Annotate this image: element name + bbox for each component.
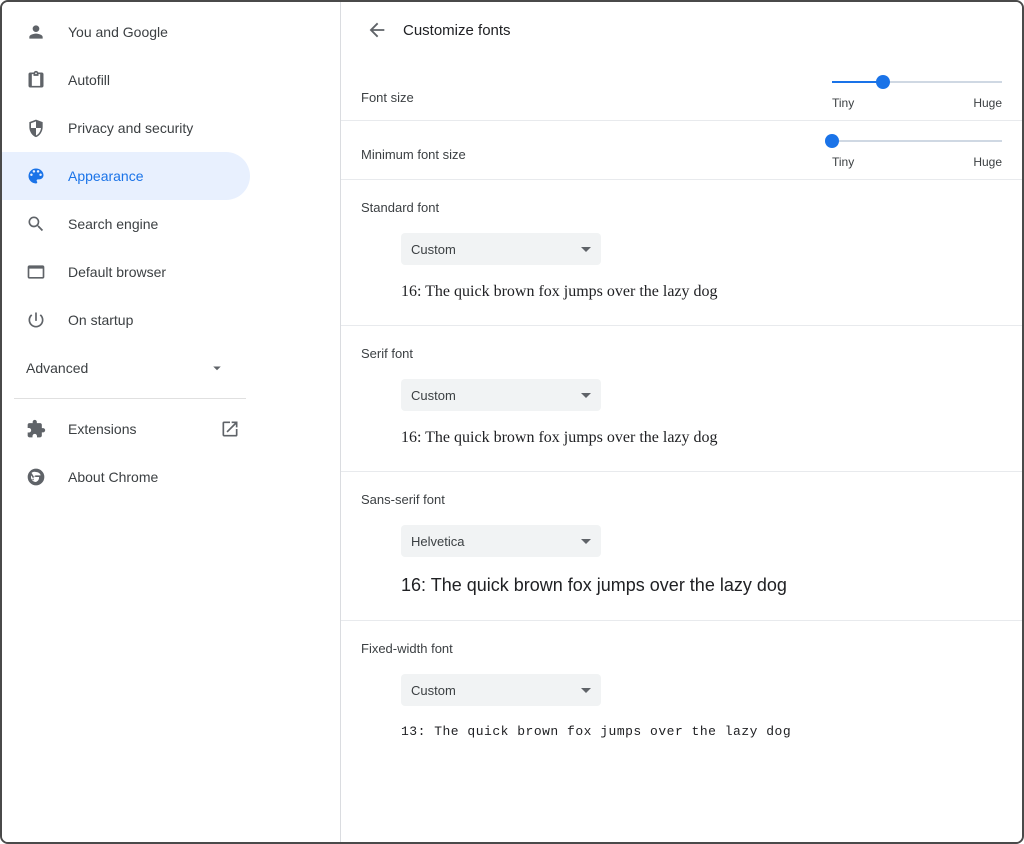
standard-font-dropdown[interactable]: Custom xyxy=(401,233,601,265)
sidebar-item-label: Autofill xyxy=(68,72,110,88)
main-content: Customize fonts Font size Tiny Huge xyxy=(341,2,1022,842)
dropdown-value: Helvetica xyxy=(411,534,464,549)
sidebar-item-extensions[interactable]: Extensions xyxy=(2,405,340,453)
slider-min-label: Tiny xyxy=(832,96,854,110)
fixed-width-font-label: Fixed-width font xyxy=(361,641,1002,656)
chevron-down-icon xyxy=(581,247,591,252)
sidebar-item-label: Appearance xyxy=(68,168,144,184)
chevron-down-icon xyxy=(208,359,226,377)
standard-font-label: Standard font xyxy=(361,200,1002,215)
sidebar-item-label: Search engine xyxy=(68,216,158,232)
clipboard-icon xyxy=(26,70,46,90)
standard-font-section: Standard font Custom 16: The quick brown… xyxy=(341,180,1022,326)
sidebar-item-search-engine[interactable]: Search engine xyxy=(2,200,340,248)
sidebar-item-autofill[interactable]: Autofill xyxy=(2,56,340,104)
min-font-size-label: Minimum font size xyxy=(361,121,466,162)
slider-thumb[interactable] xyxy=(825,134,839,148)
arrow-back-icon xyxy=(366,19,388,41)
chevron-down-icon xyxy=(581,688,591,693)
font-size-slider[interactable] xyxy=(832,72,1002,92)
sidebar-item-label: About Chrome xyxy=(68,469,158,485)
fixed-width-font-section: Fixed-width font Custom 13: The quick br… xyxy=(341,621,1022,763)
font-size-row: Font size Tiny Huge xyxy=(341,58,1022,121)
sidebar-item-default-browser[interactable]: Default browser xyxy=(2,248,340,296)
sidebar-item-you-and-google[interactable]: You and Google xyxy=(2,8,340,56)
sidebar-item-about-chrome[interactable]: About Chrome xyxy=(2,453,340,501)
browser-icon xyxy=(26,262,46,282)
sans-serif-font-dropdown[interactable]: Helvetica xyxy=(401,525,601,557)
dropdown-value: Custom xyxy=(411,388,456,403)
extension-icon xyxy=(26,419,46,439)
slider-max-label: Huge xyxy=(973,155,1002,169)
palette-icon xyxy=(26,166,46,186)
power-icon xyxy=(26,310,46,330)
settings-window: You and Google Autofill Privacy and secu… xyxy=(0,0,1024,844)
slider-max-label: Huge xyxy=(973,96,1002,110)
page-header: Customize fonts xyxy=(341,2,1022,58)
slider-min-label: Tiny xyxy=(832,155,854,169)
font-size-label: Font size xyxy=(361,58,414,105)
chrome-icon xyxy=(26,467,46,487)
sidebar-advanced-toggle[interactable]: Advanced xyxy=(2,344,250,392)
dropdown-value: Custom xyxy=(411,683,456,698)
sidebar-item-label: You and Google xyxy=(68,24,168,40)
page-title: Customize fonts xyxy=(403,22,511,39)
sidebar-item-appearance[interactable]: Appearance xyxy=(2,152,250,200)
sidebar-item-label: Extensions xyxy=(68,421,136,437)
fixed-width-font-dropdown[interactable]: Custom xyxy=(401,674,601,706)
chevron-down-icon xyxy=(581,393,591,398)
chevron-down-icon xyxy=(581,539,591,544)
sans-serif-font-label: Sans-serif font xyxy=(361,492,1002,507)
sans-serif-font-section: Sans-serif font Helvetica 16: The quick … xyxy=(341,472,1022,621)
search-icon xyxy=(26,214,46,234)
sidebar-item-label: Privacy and security xyxy=(68,120,193,136)
shield-icon xyxy=(26,118,46,138)
sidebar-item-on-startup[interactable]: On startup xyxy=(2,296,340,344)
serif-font-dropdown[interactable]: Custom xyxy=(401,379,601,411)
sidebar-item-privacy[interactable]: Privacy and security xyxy=(2,104,340,152)
settings-sidebar: You and Google Autofill Privacy and secu… xyxy=(2,2,340,842)
back-button[interactable] xyxy=(359,12,395,48)
serif-font-section: Serif font Custom 16: The quick brown fo… xyxy=(341,326,1022,472)
sans-serif-font-preview: 16: The quick brown fox jumps over the l… xyxy=(401,575,1002,596)
sidebar-divider xyxy=(14,398,246,399)
serif-font-preview: 16: The quick brown fox jumps over the l… xyxy=(401,429,1002,447)
fixed-width-font-preview: 13: The quick brown fox jumps over the l… xyxy=(401,724,1002,739)
min-font-size-row: Minimum font size Tiny Huge xyxy=(341,121,1022,180)
advanced-label: Advanced xyxy=(26,360,88,376)
standard-font-preview: 16: The quick brown fox jumps over the l… xyxy=(401,283,1002,301)
min-font-size-slider[interactable] xyxy=(832,131,1002,151)
sidebar-item-label: On startup xyxy=(68,312,133,328)
sidebar-item-label: Default browser xyxy=(68,264,166,280)
open-in-new-icon xyxy=(220,419,240,439)
person-icon xyxy=(26,22,46,42)
serif-font-label: Serif font xyxy=(361,346,1002,361)
dropdown-value: Custom xyxy=(411,242,456,257)
slider-thumb[interactable] xyxy=(876,75,890,89)
